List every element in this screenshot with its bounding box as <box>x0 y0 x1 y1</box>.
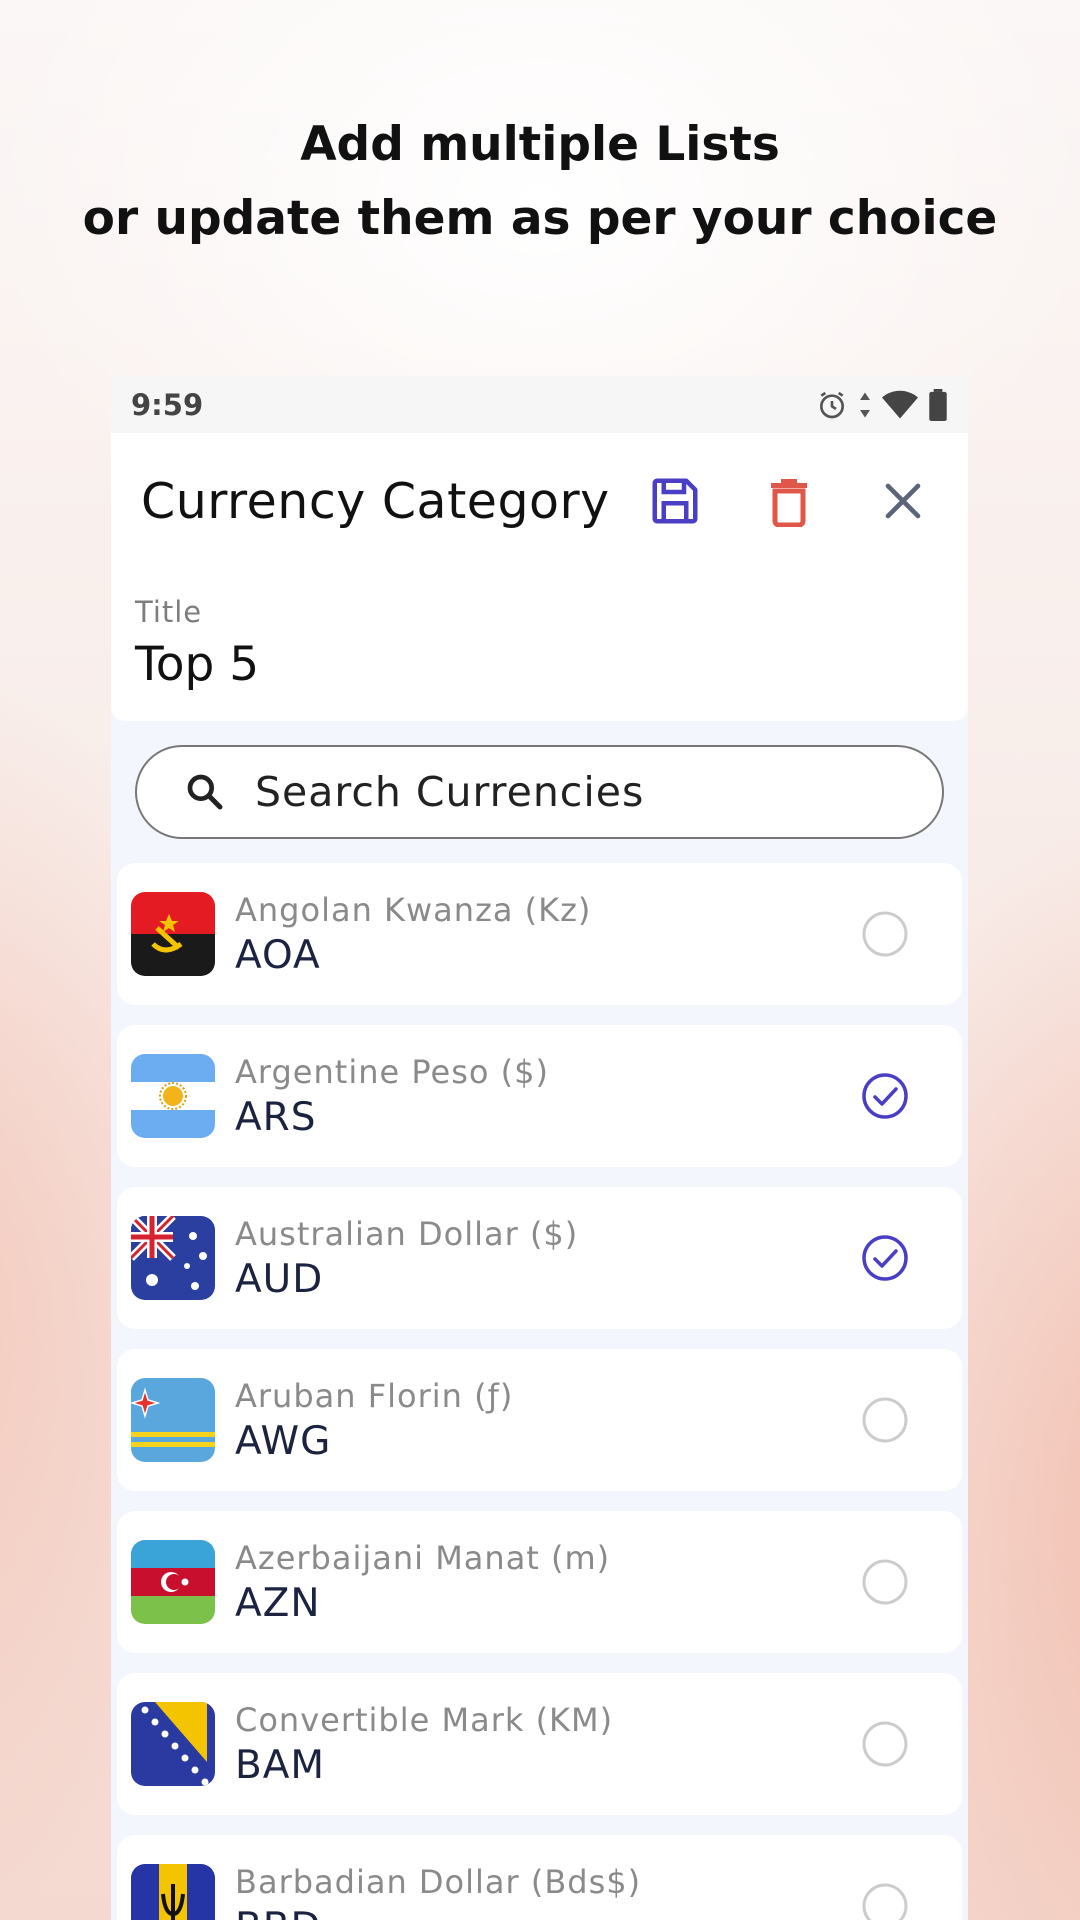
currency-row-aud[interactable]: Australian Dollar ($) AUD <box>117 1187 962 1329</box>
headline-line-1: Add multiple Lists <box>300 117 780 172</box>
title-field[interactable]: Title Top 5 <box>111 569 968 721</box>
currency-name: Aruban Florin (ƒ) <box>235 1376 514 1415</box>
flag-argentina-icon <box>131 1054 215 1138</box>
currency-row-bbd[interactable]: Barbadian Dollar (Bds$) BBD <box>117 1835 962 1920</box>
app-bar: Currency Category <box>111 433 968 569</box>
unchecked-circle-icon[interactable] <box>860 1557 910 1607</box>
currency-code: ARS <box>235 1094 317 1140</box>
title-value: Top 5 <box>135 637 260 692</box>
battery-icon <box>929 388 947 421</box>
delete-button[interactable] <box>754 466 824 536</box>
currency-row-ars[interactable]: Argentine Peso ($) ARS <box>117 1025 962 1167</box>
currency-name: Barbadian Dollar (Bds$) <box>235 1862 642 1901</box>
currency-name: Angolan Kwanza (Kz) <box>235 890 592 929</box>
unchecked-circle-icon[interactable] <box>860 1719 910 1769</box>
promo-headline: Add multiple Lists or update them as per… <box>0 108 1080 256</box>
unchecked-circle-icon[interactable] <box>860 1881 910 1920</box>
flag-bosnia-icon <box>131 1702 215 1786</box>
close-button[interactable] <box>868 466 938 536</box>
status-icons <box>816 388 948 421</box>
page-title: Currency Category <box>141 472 610 530</box>
search-placeholder: Search Currencies <box>255 768 645 816</box>
alarm-icon <box>820 391 844 418</box>
save-icon <box>652 478 698 524</box>
trash-icon <box>771 479 807 527</box>
flag-aruba-icon <box>131 1378 215 1462</box>
currency-row-bam[interactable]: Convertible Mark (KM) BAM <box>117 1673 962 1815</box>
search-icon <box>187 774 223 810</box>
flag-azerbaijan-icon <box>131 1540 215 1624</box>
currency-row-azn[interactable]: Azerbaijani Manat (m) AZN <box>117 1511 962 1653</box>
headline-line-2: or update them as per your choice <box>82 191 998 246</box>
status-time: 9:59 <box>131 387 204 422</box>
currency-list: Angolan Kwanza (Kz) AOA Argentine Peso (… <box>111 863 968 1920</box>
currency-code: BAM <box>235 1742 326 1788</box>
currency-code: AZN <box>235 1580 321 1626</box>
currency-row-awg[interactable]: Aruban Florin (ƒ) AWG <box>117 1349 962 1491</box>
save-button[interactable] <box>640 466 710 536</box>
unchecked-circle-icon[interactable] <box>860 1395 910 1445</box>
checked-circle-icon[interactable] <box>860 1233 910 1283</box>
flag-barbados-icon <box>131 1864 215 1920</box>
currency-row-aoa[interactable]: Angolan Kwanza (Kz) AOA <box>117 863 962 1005</box>
title-label: Title <box>135 595 203 629</box>
search-input[interactable]: Search Currencies <box>135 745 944 839</box>
checked-circle-icon[interactable] <box>860 1071 910 1121</box>
unchecked-circle-icon[interactable] <box>860 909 910 959</box>
currency-code: BBD <box>235 1905 860 1920</box>
status-bar: 9:59 <box>111 376 968 433</box>
flag-australia-icon <box>131 1216 215 1300</box>
phone-screen: 9:59 Currency Category Title Top 5 Searc… <box>111 376 968 1920</box>
flag-angola-icon <box>131 892 215 976</box>
wifi-icon <box>882 390 918 418</box>
currency-code: AWG <box>235 1418 332 1464</box>
close-icon <box>885 483 921 519</box>
currency-name: Azerbaijani Manat (m) <box>235 1538 611 1577</box>
data-arrows-icon <box>860 392 870 417</box>
currency-name: Australian Dollar ($) <box>235 1214 579 1253</box>
currency-code: AUD <box>235 1256 324 1302</box>
currency-name: Argentine Peso ($) <box>235 1052 549 1091</box>
currency-code: AOA <box>235 932 321 978</box>
currency-name: Convertible Mark (KM) <box>235 1700 614 1739</box>
